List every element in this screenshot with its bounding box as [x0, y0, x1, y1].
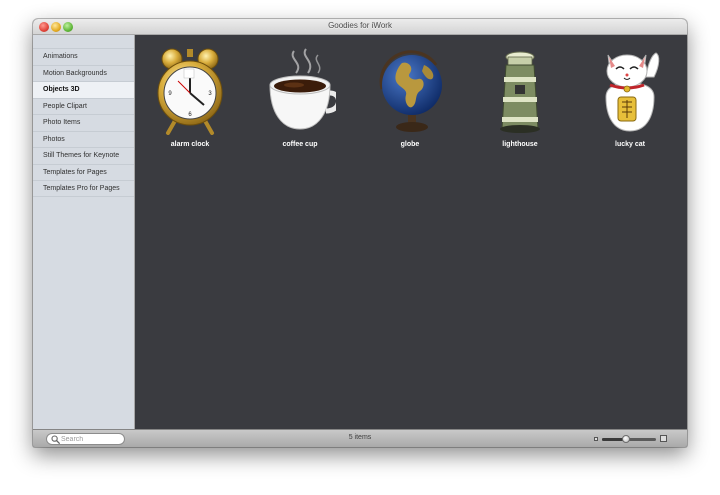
- small-thumbnail-icon[interactable]: [594, 437, 598, 441]
- zoom-slider-knob[interactable]: [622, 435, 631, 443]
- search-input[interactable]: [61, 434, 121, 444]
- grid-item-label: lighthouse: [502, 141, 538, 148]
- objects-grid-area: 12369 alarm clock: [136, 35, 687, 429]
- sidebar-item-templates-for-pages[interactable]: Templates for Pages: [33, 163, 134, 181]
- search-icon: [51, 435, 60, 444]
- grid-item-lucky-cat[interactable]: lucky cat: [580, 35, 680, 155]
- lucky-cat-icon: [605, 52, 660, 132]
- grid-item-globe[interactable]: globe: [360, 35, 460, 155]
- sidebar-item-people-clipart[interactable]: People Clipart: [33, 97, 134, 115]
- title-bar[interactable]: Goodies for iWork: [33, 19, 687, 35]
- grid-item-label: globe: [400, 141, 420, 148]
- objects-grid: 12369 alarm clock: [136, 35, 687, 175]
- grid-item-label: coffee cup: [282, 141, 318, 148]
- grid-item-alarm-clock[interactable]: 12369 alarm clock: [140, 35, 240, 155]
- bottom-toolbar: 5 items: [33, 429, 687, 447]
- sidebar-item-photo-items[interactable]: Photo Items: [33, 114, 134, 131]
- lighthouse-icon: [500, 51, 540, 133]
- search-field[interactable]: [46, 433, 125, 445]
- alarm-clock-icon: 12369: [157, 48, 223, 135]
- large-thumbnail-icon[interactable]: [660, 435, 667, 442]
- window-title: Goodies for iWork: [328, 21, 392, 30]
- item-count: 5 items: [348, 434, 372, 441]
- grid-item-label: alarm clock: [170, 141, 210, 148]
- grid-item-label: lucky cat: [615, 141, 645, 148]
- coffee-cup-icon: [269, 48, 336, 130]
- category-sidebar: Animations Motion Backgrounds Objects 3D…: [33, 35, 135, 429]
- sidebar-item-motion-backgrounds[interactable]: Motion Backgrounds: [33, 64, 134, 82]
- globe-icon: [379, 50, 442, 132]
- sidebar-item-animations[interactable]: Animations: [33, 48, 134, 65]
- category-list: Animations Motion Backgrounds Objects 3D…: [33, 48, 134, 197]
- app-window: Goodies for iWork Animations Motion Back…: [33, 19, 687, 447]
- sidebar-item-templates-pro-for-pages[interactable]: Templates Pro for Pages: [33, 180, 134, 197]
- sidebar-item-still-themes-for-keynote[interactable]: Still Themes for Keynote: [33, 147, 134, 164]
- sidebar-item-photos[interactable]: Photos: [33, 130, 134, 148]
- grid-item-coffee-cup[interactable]: coffee cup: [250, 35, 350, 155]
- sidebar-item-objects-3d[interactable]: Objects 3D: [33, 81, 134, 98]
- grid-item-lighthouse[interactable]: lighthouse: [470, 35, 570, 155]
